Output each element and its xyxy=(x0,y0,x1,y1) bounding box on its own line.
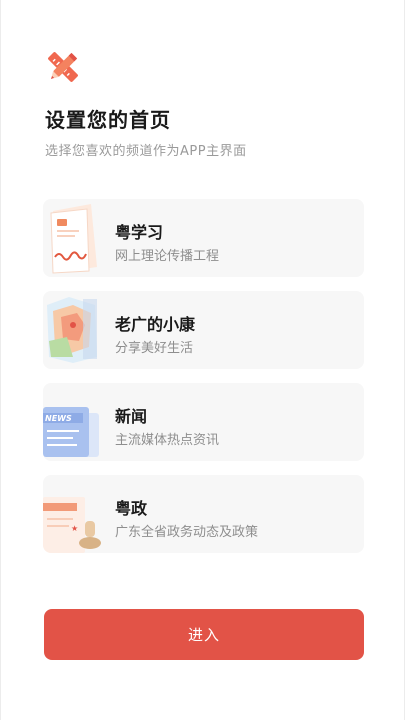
channel-desc: 分享美好生活 xyxy=(115,341,194,356)
enter-button[interactable]: 进入 xyxy=(44,609,364,660)
svg-text:NEWS: NEWS xyxy=(45,414,72,423)
channel-card-yuexuexi[interactable]: 粤学习 网上理论传播工程 xyxy=(43,199,364,277)
channel-desc: 主流媒体热点资讯 xyxy=(115,433,220,448)
page-subtitle: 选择您喜欢的频道作为APP主界面 xyxy=(45,144,247,159)
channel-card-news[interactable]: NEWS 新闻 主流媒体热点资讯 xyxy=(43,383,364,461)
channel-name: 新闻 xyxy=(115,407,148,426)
channel-card-yuezheng[interactable]: ★ 粤政 广东全省政务动态及政策 xyxy=(43,475,364,553)
channel-name: 粤政 xyxy=(115,499,148,518)
channel-name: 老广的小康 xyxy=(115,315,196,334)
channel-list: 粤学习 网上理论传播工程 老广的小康 分享美好生活 NEWS 新闻 主流媒体热点… xyxy=(43,199,364,567)
svg-text:★: ★ xyxy=(71,524,78,533)
page-title: 设置您的首页 xyxy=(45,108,171,132)
document-seal-illustration-icon: ★ xyxy=(43,497,101,553)
book-illustration-icon xyxy=(50,204,97,274)
channel-desc: 广东全省政务动态及政策 xyxy=(115,525,259,540)
newspaper-illustration-icon: NEWS xyxy=(43,407,99,457)
channel-name: 粤学习 xyxy=(115,223,164,242)
channel-desc: 网上理论传播工程 xyxy=(115,249,220,264)
map-illustration-icon xyxy=(47,297,97,363)
channel-card-laoguang[interactable]: 老广的小康 分享美好生活 xyxy=(43,291,364,369)
page: 设置您的首页 选择您喜欢的频道作为APP主界面 粤学习 网上理论传播工程 老广的… xyxy=(0,0,405,720)
pencil-ruler-icon xyxy=(48,52,78,82)
